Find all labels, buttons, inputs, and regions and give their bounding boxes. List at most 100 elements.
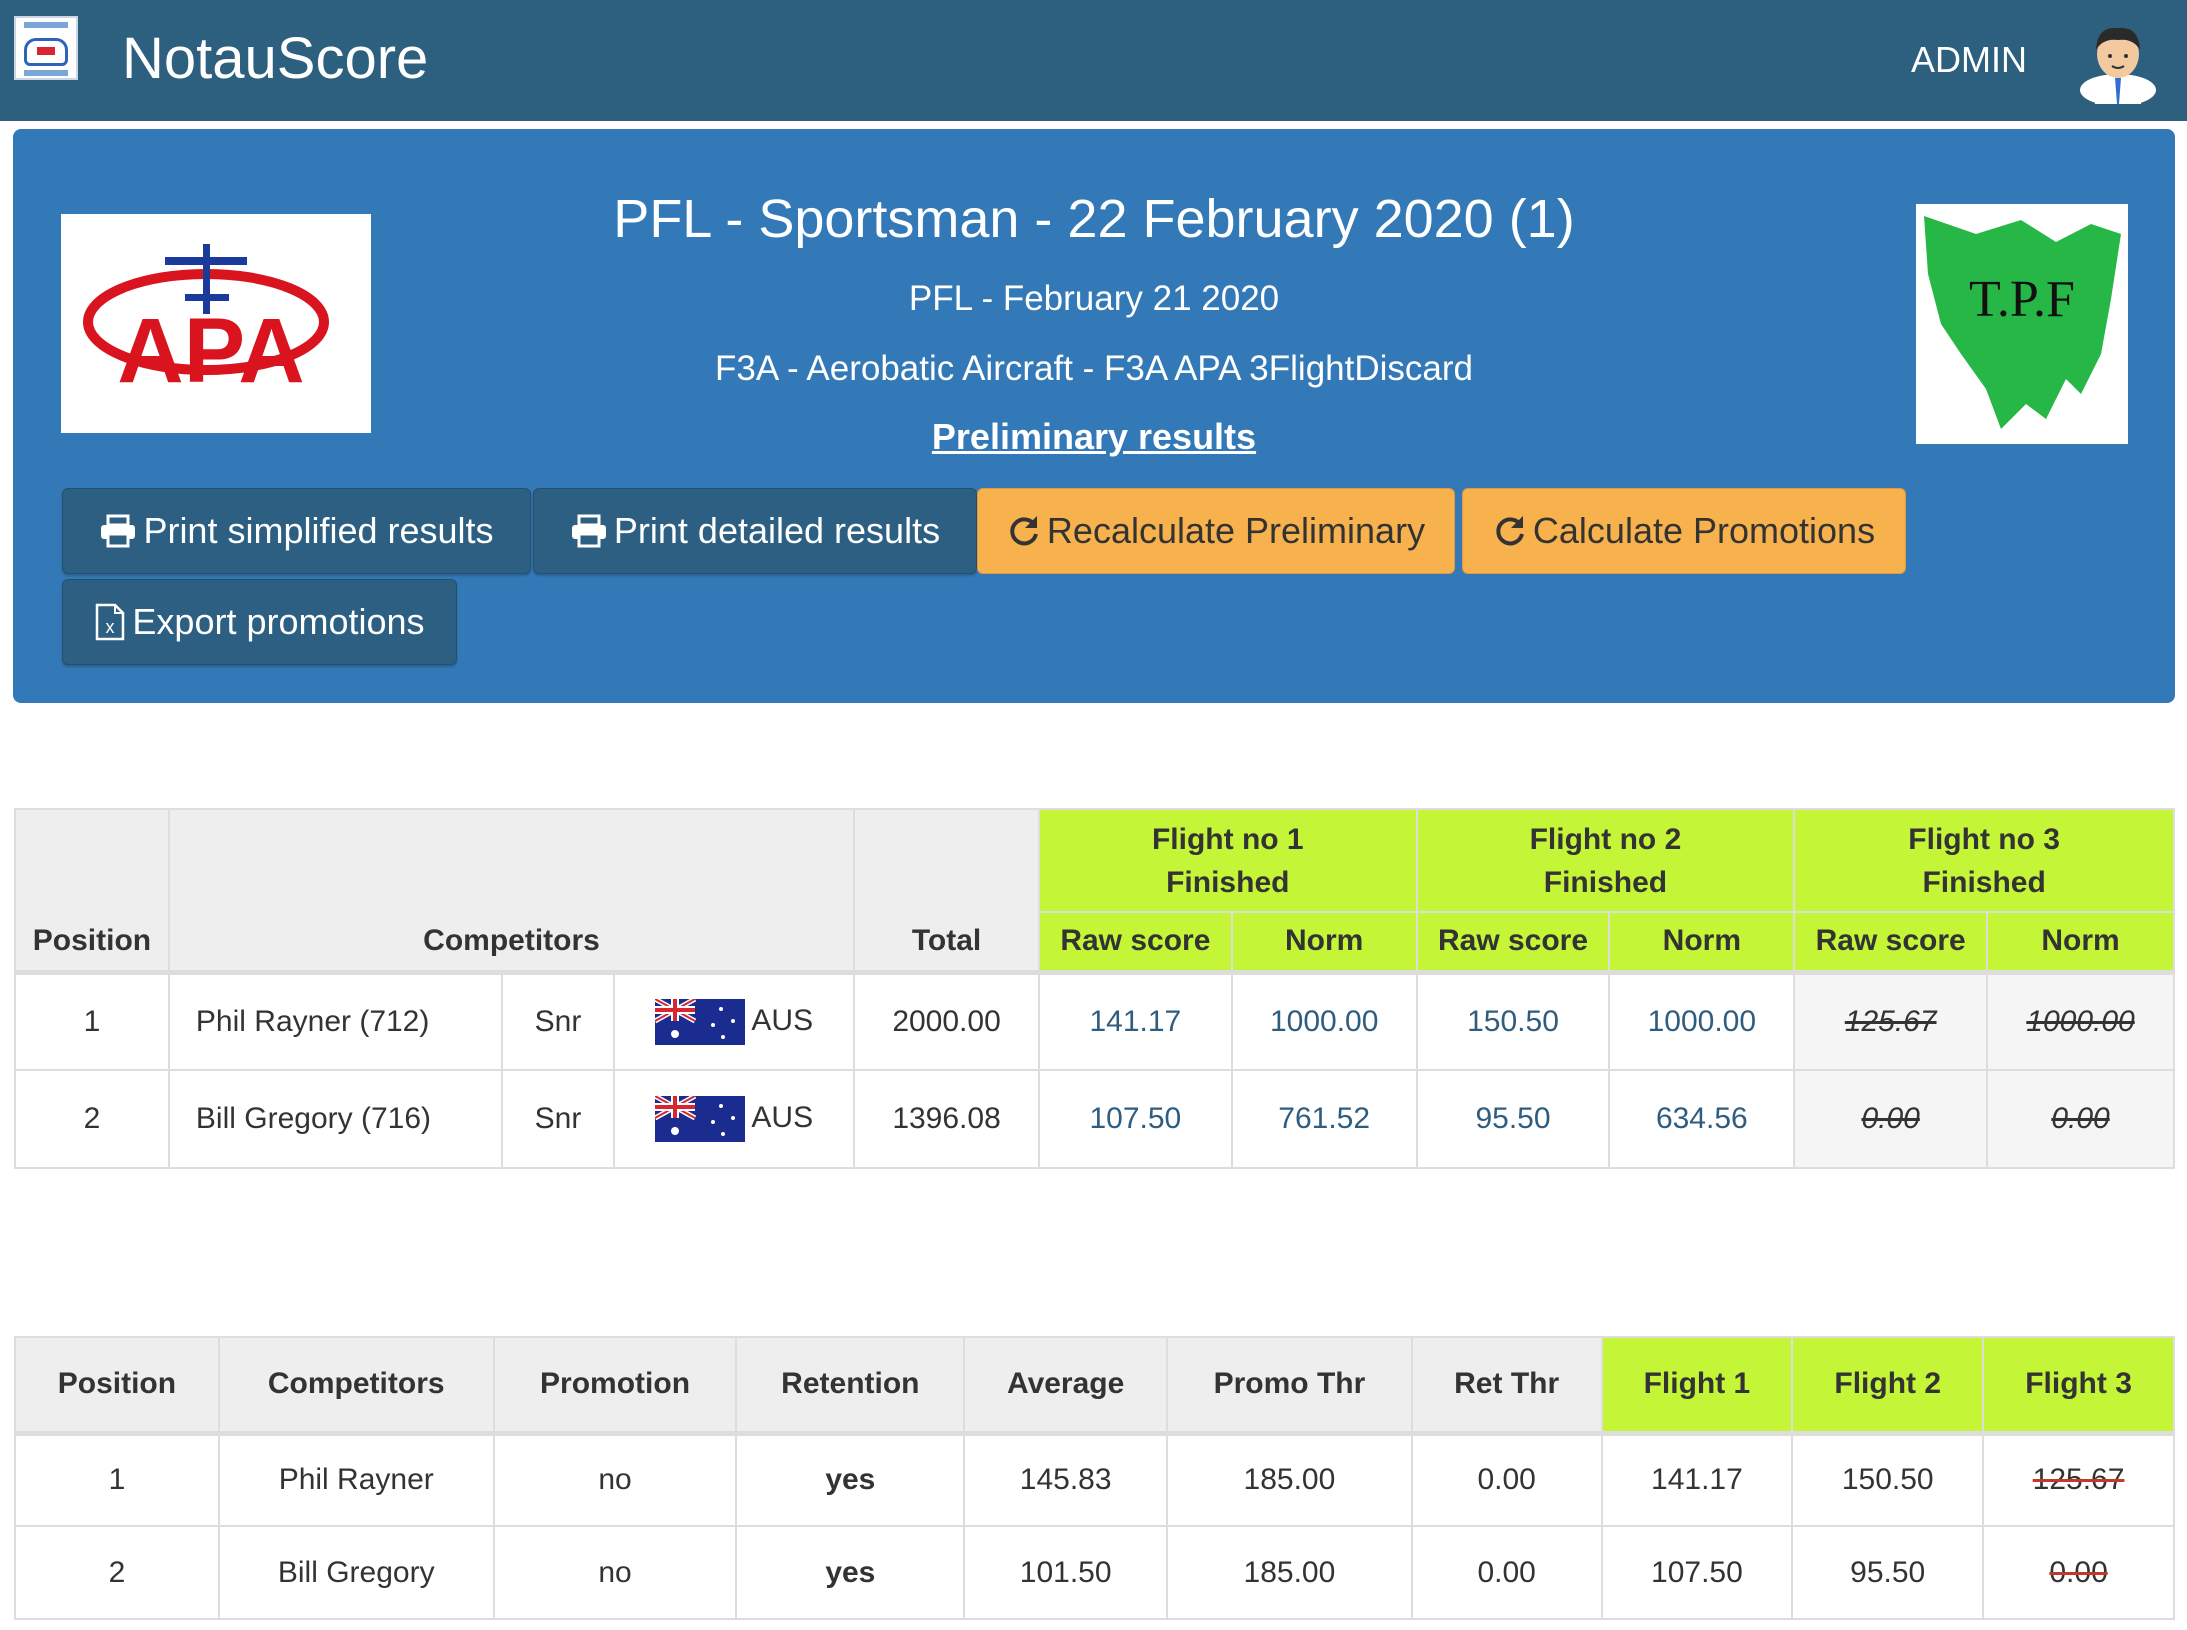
total-cell: 2000.00 (853, 971, 1040, 1071)
total-cell: 1396.08 (853, 1069, 1040, 1169)
header-f1-raw: Raw score (1037, 911, 1233, 975)
flight-3-cell: 0.00 (1982, 1525, 2175, 1620)
recalculate-label: Recalculate Preliminary (1046, 510, 1426, 551)
table-row: 1 Phil Rayner (712) Snr AUS 2000.00 141.… (14, 971, 2175, 1071)
export-promotions-button[interactable]: x Export promotions (62, 579, 457, 665)
flight-3-discarded: 125.67 (2032, 1463, 2125, 1497)
flight-1-cell: 141.17 (1600, 1432, 1794, 1527)
promo-thr-cell: 185.00 (1166, 1432, 1413, 1527)
preliminary-results-link[interactable]: Preliminary results (13, 415, 2175, 459)
f1-norm-cell[interactable]: 761.52 (1230, 1069, 1418, 1169)
f3-raw-cell[interactable]: 0.00 (1793, 1069, 1989, 1169)
f1-raw-cell[interactable]: 141.17 (1037, 971, 1233, 1071)
position-cell: 1 (14, 1432, 220, 1527)
f3-raw-discarded: 0.00 (1861, 1102, 1920, 1135)
competition-title: PFL - Sportsman - 22 February 2020 (1) (613, 189, 1575, 249)
navbar: NotauScore ADMIN (0, 0, 2187, 121)
flight-3-cell: 125.67 (1982, 1432, 2175, 1527)
f2-norm-cell[interactable]: 634.56 (1608, 1069, 1796, 1169)
promo-thr-cell: 185.00 (1166, 1525, 1413, 1620)
class-cell: Snr (500, 1069, 616, 1169)
header-total[interactable]: Total (853, 808, 1040, 975)
flight-2-status: Finished (1543, 865, 1668, 899)
competitor-name-cell: Bill Gregory (217, 1525, 495, 1620)
ret-thr-cell: 0.00 (1410, 1525, 1603, 1620)
f3-norm-cell[interactable]: 1000.00 (1986, 971, 2175, 1071)
retention-cell: yes (735, 1525, 966, 1620)
position-cell: 2 (14, 1069, 170, 1169)
australia-flag-icon (655, 998, 746, 1045)
header-competitors[interactable]: Competitors (167, 808, 856, 975)
country-code: AUS (751, 1003, 814, 1037)
table-row: 2 Bill Gregory no yes 101.50 185.00 0.00… (14, 1525, 2175, 1620)
f1-norm-cell[interactable]: 1000.00 (1230, 971, 1418, 1071)
results-table: Position Competitors Total Flight no 1 Fi… (14, 808, 2175, 1169)
header-flight-1: Flight 1 (1600, 1336, 1794, 1436)
printer-icon (571, 514, 606, 548)
f3-raw-discarded: 125.67 (1844, 1004, 1937, 1038)
excel-file-icon: x (96, 603, 125, 641)
header-flight-3: Flight 3 (1982, 1336, 2175, 1436)
header-promotion: Promotion (492, 1336, 738, 1436)
header-flight-3: Flight no 3 Finished (1793, 808, 2175, 913)
refresh-icon (1496, 516, 1524, 546)
printer-icon (101, 514, 136, 548)
average-cell: 101.50 (963, 1525, 1169, 1620)
australia-flag-icon (655, 1096, 746, 1142)
print-simplified-button[interactable]: Print simplified results (62, 488, 531, 574)
header-f3-raw: Raw score (1793, 911, 1989, 975)
f3-norm-discarded: 1000.00 (2026, 1004, 2135, 1038)
calc-promotions-label: Calculate Promotions (1532, 510, 1876, 551)
competitor-name-cell: Phil Rayner (217, 1432, 495, 1527)
f3-norm-cell[interactable]: 0.00 (1986, 1069, 2175, 1169)
f1-raw-cell[interactable]: 107.50 (1037, 1069, 1233, 1169)
svg-text:x: x (106, 617, 115, 637)
header-f1-norm: Norm (1230, 911, 1418, 975)
f3-raw-cell[interactable]: 125.67 (1793, 971, 1989, 1071)
header-flight-1: Flight no 1 Finished (1037, 808, 1418, 913)
preliminary-results-link-text[interactable]: Preliminary results (932, 416, 1256, 457)
event-subtitle: PFL - February 21 2020 (908, 279, 1280, 318)
flight-3-status: Finished (1922, 865, 2046, 899)
f2-raw-cell[interactable]: 150.50 (1415, 971, 1611, 1071)
print-detailed-label: Print detailed results (613, 510, 941, 551)
position-cell: 1 (14, 971, 170, 1071)
table-row: 1 Phil Rayner no yes 145.83 185.00 0.00 … (14, 1432, 2175, 1527)
f2-raw-cell[interactable]: 95.50 (1415, 1069, 1611, 1169)
header-f3-norm: Norm (1986, 911, 2175, 975)
brand-title[interactable]: NotauScore (122, 24, 428, 94)
category-subtitle: F3A - Aerobatic Aircraft - F3A APA 3Flig… (714, 349, 1473, 388)
header-promo-thr: Promo Thr (1166, 1336, 1413, 1436)
flight-1-name: Flight no 1 (1151, 822, 1304, 856)
promotions-table: Position Competitors Promotion Retention… (14, 1336, 2175, 1620)
country-code: AUS (751, 1100, 814, 1134)
user-menu-label[interactable]: ADMIN (1911, 38, 2027, 82)
country-cell: AUS (613, 971, 856, 1071)
header-average: Average (963, 1336, 1169, 1436)
flight-2-name: Flight no 2 (1529, 822, 1682, 856)
competitor-name-cell[interactable]: Phil Rayner (712) (167, 971, 503, 1071)
calculate-promotions-button[interactable]: Calculate Promotions (1462, 488, 1906, 574)
recalculate-preliminary-button[interactable]: Recalculate Preliminary (977, 488, 1455, 574)
app-logo-icon[interactable] (14, 16, 78, 80)
competitor-name-cell[interactable]: Bill Gregory (716) (167, 1069, 503, 1169)
position-cell: 2 (14, 1525, 220, 1620)
flight-3-discarded: 0.00 (2049, 1555, 2108, 1589)
flight-1-cell: 107.50 (1600, 1525, 1794, 1620)
header-position: Position (14, 1336, 220, 1436)
header-retention: Retention (735, 1336, 966, 1436)
average-cell: 145.83 (963, 1432, 1169, 1527)
header-position[interactable]: Position (14, 808, 170, 975)
user-avatar-icon[interactable] (2075, 18, 2161, 104)
export-promotions-label: Export promotions (132, 601, 425, 642)
f2-norm-cell[interactable]: 1000.00 (1608, 971, 1796, 1071)
header-flight-2: Flight 2 (1791, 1336, 1985, 1436)
table-row: 2 Bill Gregory (716) Snr AUS 1396.08 107… (14, 1069, 2175, 1169)
f3-norm-discarded: 0.00 (2051, 1102, 2110, 1135)
print-simplified-label: Print simplified results (143, 510, 494, 551)
retention-cell: yes (735, 1432, 966, 1527)
ret-thr-cell: 0.00 (1410, 1432, 1603, 1527)
print-detailed-button[interactable]: Print detailed results (533, 488, 977, 574)
header-competitors: Competitors (217, 1336, 495, 1436)
flight-3-name: Flight no 3 (1908, 822, 2060, 856)
